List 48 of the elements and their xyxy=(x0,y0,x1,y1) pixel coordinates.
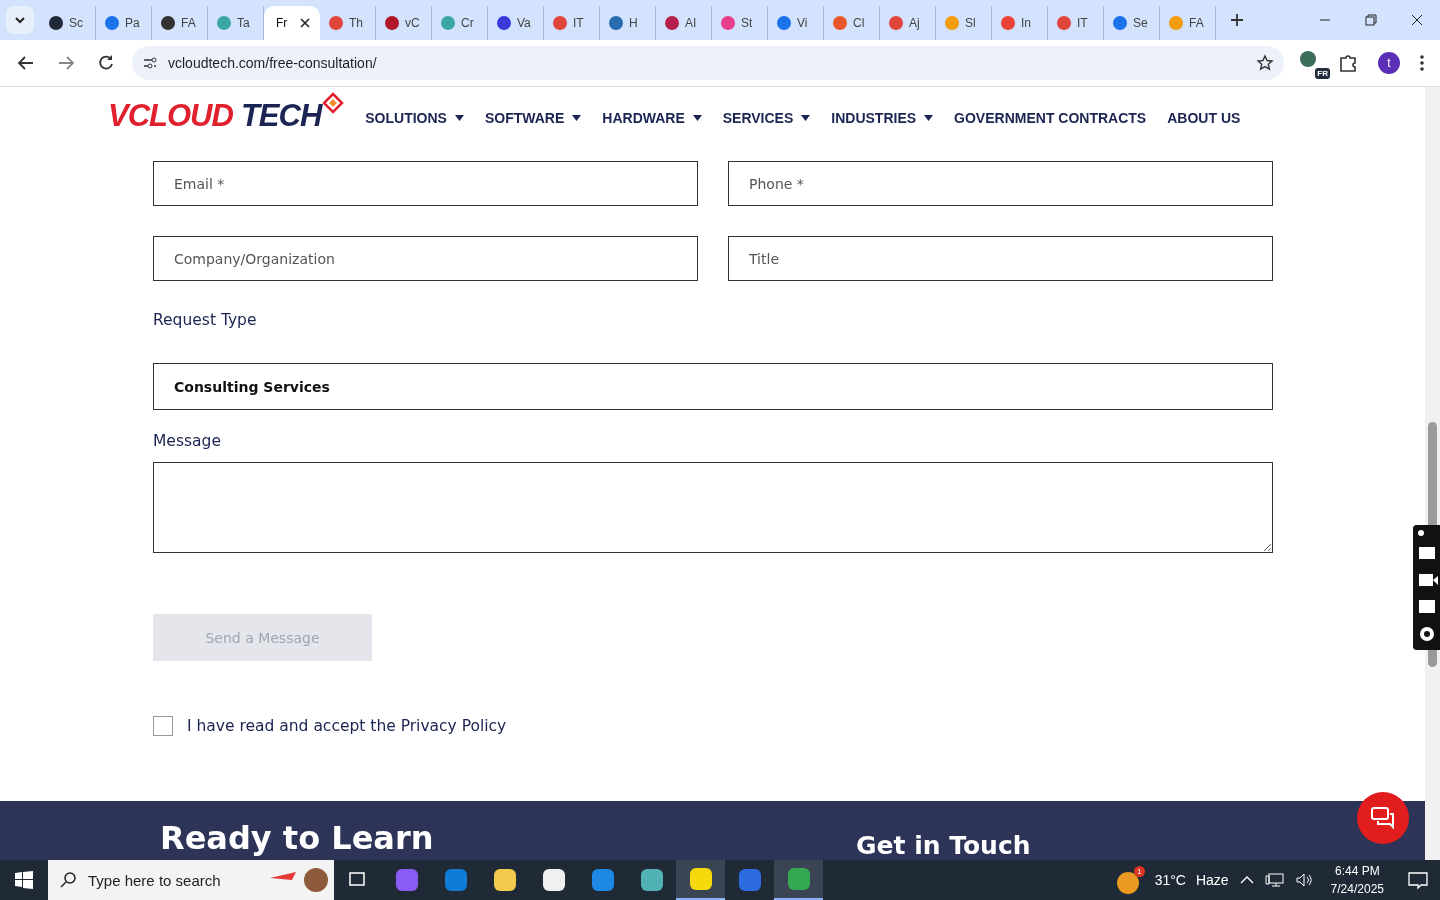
input-field[interactable]: Phone * xyxy=(728,161,1273,206)
nav-link[interactable]: SOFTWARE xyxy=(484,110,582,126)
caret-icon[interactable] xyxy=(801,115,811,121)
caret-icon[interactable] xyxy=(572,115,582,121)
close-icon[interactable] xyxy=(300,18,310,28)
chat-button[interactable] xyxy=(1357,792,1409,844)
message-field[interactable] xyxy=(153,462,1273,553)
logo-text[interactable]: TECH xyxy=(240,98,322,134)
temperature-text: 31°C xyxy=(1154,872,1186,888)
nav-link[interactable]: SOLUTIONS xyxy=(365,110,464,126)
input-field[interactable]: Email * xyxy=(153,161,698,206)
nav-link[interactable]: INDUSTRIES xyxy=(831,110,934,126)
taskbar-app-icon[interactable] xyxy=(676,860,725,900)
caret-icon[interactable] xyxy=(924,115,934,121)
speaker-icon[interactable] xyxy=(1294,872,1315,888)
chat-icon[interactable] xyxy=(1370,806,1396,830)
chevron-down-icon[interactable] xyxy=(14,16,26,24)
clock-date[interactable]: 7/24/2025 xyxy=(1330,880,1384,898)
input-field[interactable]: Title xyxy=(728,236,1273,281)
network-icon[interactable] xyxy=(1264,872,1285,888)
footer-heading: Get in Touch xyxy=(856,831,1031,860)
field-label: Request Type xyxy=(153,311,258,329)
diamond-logo-icon xyxy=(321,92,346,116)
nav-link[interactable]: GOVERNMENT CONTRACTS xyxy=(954,110,1147,126)
profile-avatar[interactable]: t xyxy=(1378,52,1400,74)
caret-icon[interactable] xyxy=(692,115,702,121)
request-type-select[interactable]: Consulting Services xyxy=(153,363,1273,410)
nav-link[interactable]: HARDWARE xyxy=(602,110,702,126)
caret-icon[interactable] xyxy=(454,115,464,121)
field-label: Message xyxy=(153,432,222,450)
clock-time[interactable]: 6:44 PM xyxy=(1334,862,1380,880)
taskbar-search-field[interactable]: Type here to search xyxy=(48,860,334,900)
nav-link[interactable]: SERVICES xyxy=(722,110,811,126)
logo-text[interactable]: VCLOUD xyxy=(108,98,233,134)
input-field[interactable]: Company/Organization xyxy=(153,236,698,281)
nav-link[interactable]: ABOUT US xyxy=(1167,110,1241,126)
search-icon xyxy=(60,871,78,889)
tab-list-button[interactable] xyxy=(6,6,34,34)
footer-heading: Ready to Learn xyxy=(160,819,434,857)
bookmark-star-icon[interactable] xyxy=(1256,54,1274,72)
consent-label: I have read and accept the Privacy Policy xyxy=(187,717,507,735)
capture-tools-menu[interactable] xyxy=(1413,525,1440,650)
windows-logo-icon[interactable] xyxy=(15,871,33,889)
site-settings-icon[interactable] xyxy=(142,55,158,71)
consent-checkbox[interactable] xyxy=(153,716,173,736)
browser-tab[interactable]: Fr xyxy=(264,6,320,40)
weather-text: Haze xyxy=(1195,872,1229,888)
notification-icon[interactable] xyxy=(1406,870,1430,890)
